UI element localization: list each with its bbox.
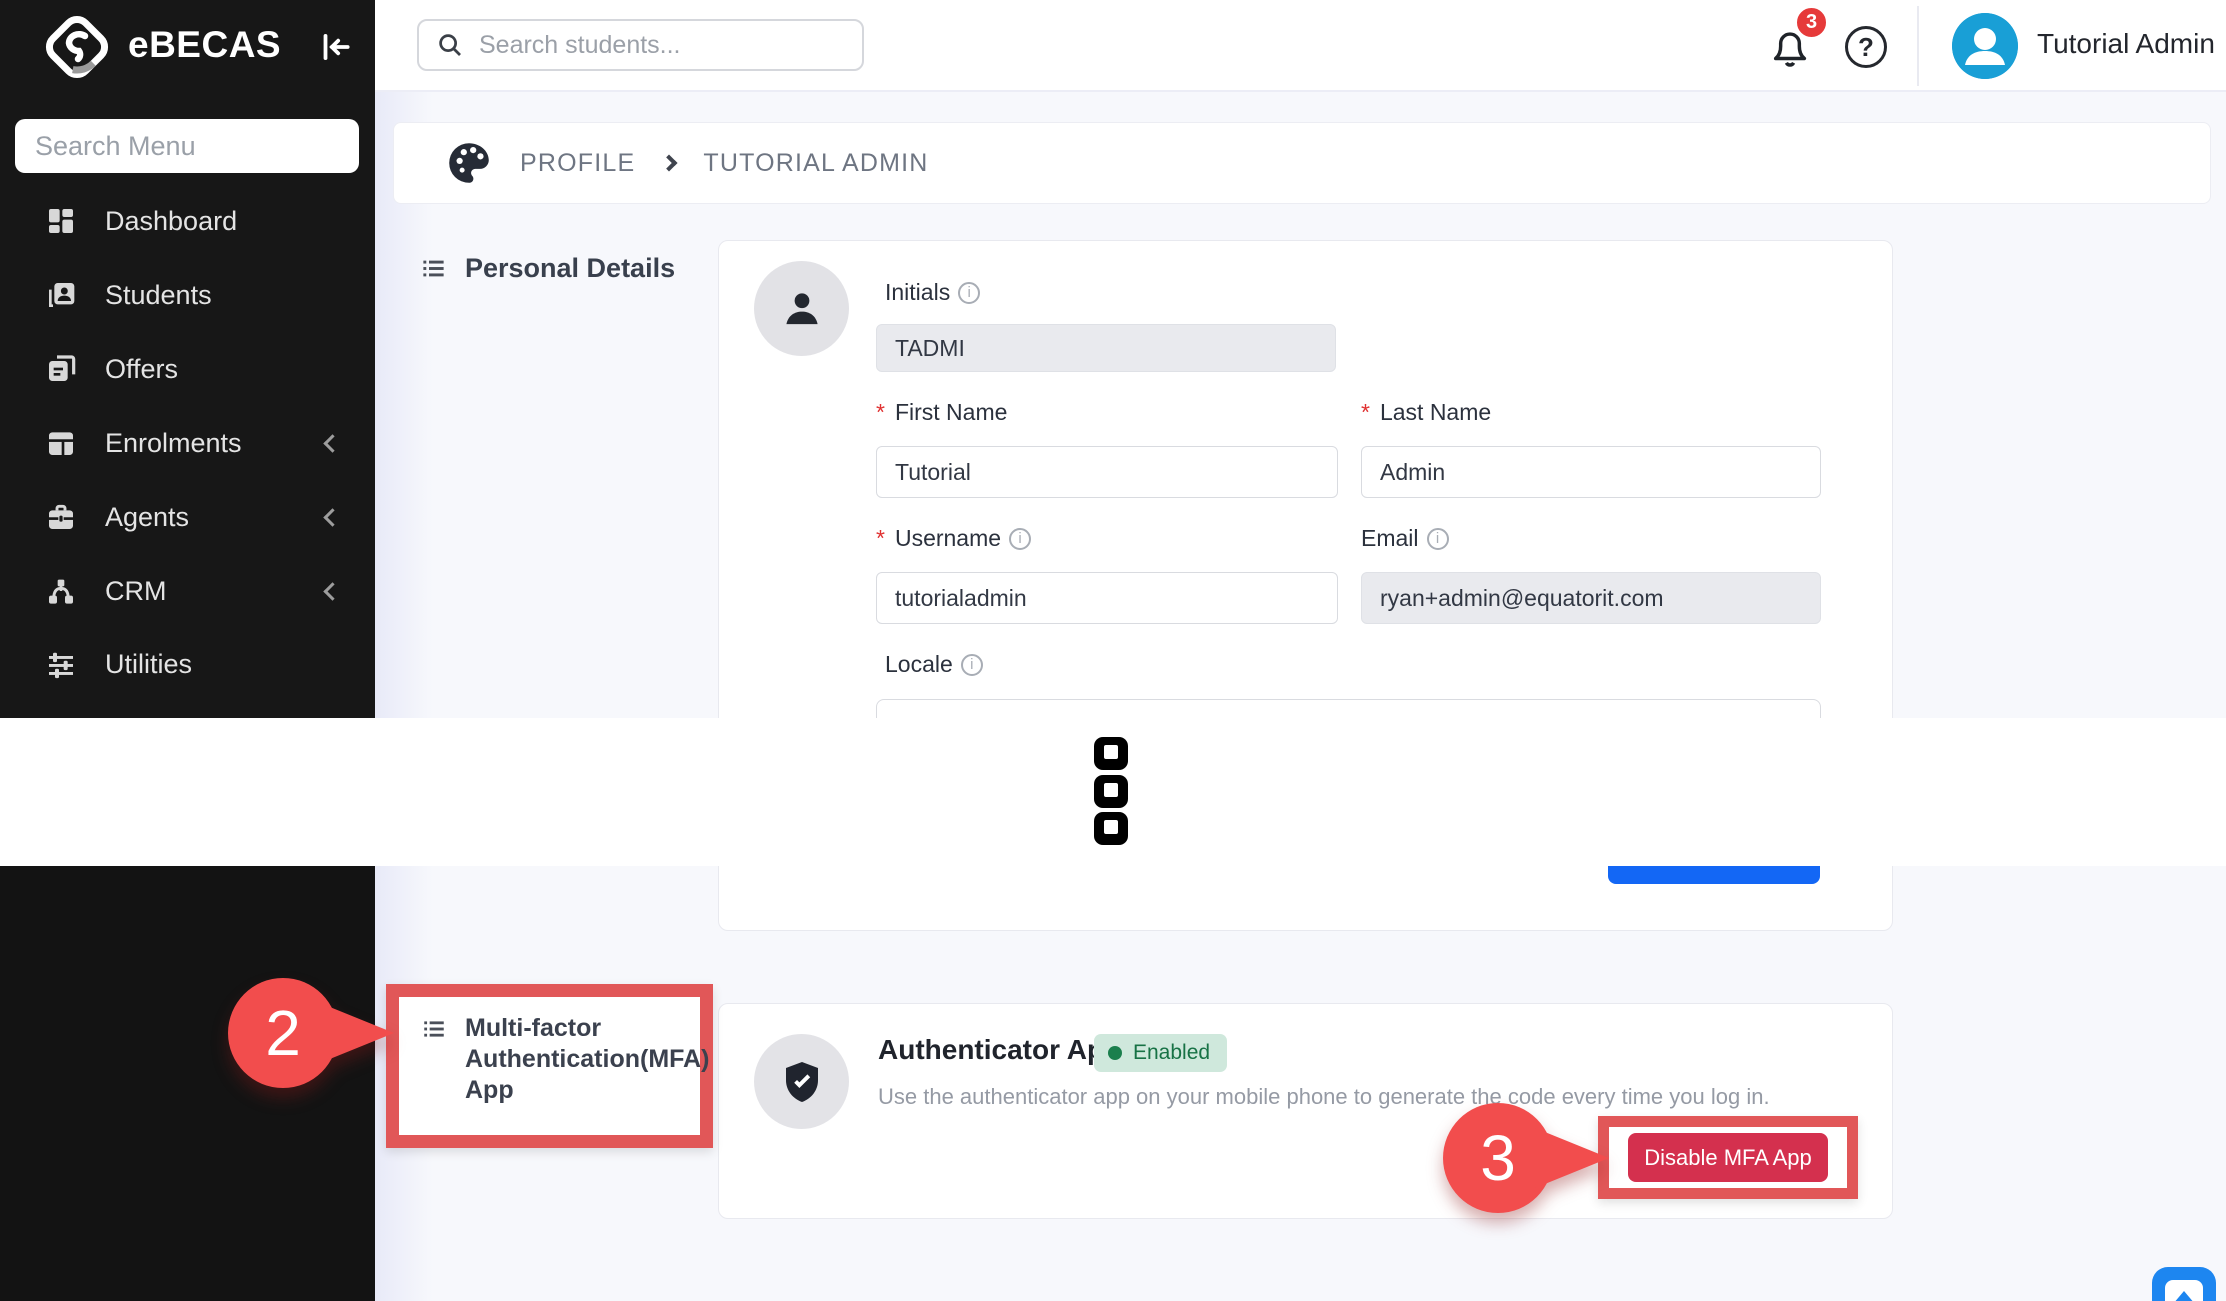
agents-icon <box>45 501 77 533</box>
user-name[interactable]: Tutorial Admin <box>2037 28 2215 60</box>
help-icon[interactable] <box>1845 26 1887 68</box>
last-name-field[interactable] <box>1361 446 1821 498</box>
continuation-dot <box>1094 775 1128 808</box>
status-badge: Enabled <box>1094 1034 1227 1072</box>
info-icon <box>1009 528 1031 550</box>
mfa-nav-highlight-box[interactable]: Multi-factor Authentication(MFA) App <box>386 984 713 1148</box>
sidebar-lower-block <box>0 866 375 1301</box>
crm-icon <box>45 575 77 607</box>
list-icon <box>420 255 447 282</box>
search-icon <box>435 30 465 60</box>
app-title: eBECAS <box>128 24 281 66</box>
breadcrumb: PROFILE TUTORIAL ADMIN <box>393 122 2211 204</box>
student-search[interactable] <box>417 19 864 71</box>
breadcrumb-profile[interactable]: PROFILE <box>520 149 635 178</box>
chevron-left-icon <box>323 434 341 452</box>
sidebar: eBECAS Dashboard Students Offers <box>0 0 375 718</box>
notification-count-badge: 3 <box>1794 5 1829 40</box>
annotation-step-3: 3 <box>1443 1103 1553 1213</box>
sidebar-collapse-icon[interactable] <box>316 28 354 66</box>
utilities-icon <box>45 648 77 680</box>
sidebar-item-utilities[interactable]: Utilities <box>0 637 375 691</box>
mfa-title: Authenticator App <box>878 1034 1121 1066</box>
sidebar-item-label: CRM <box>105 576 167 607</box>
students-icon <box>45 279 77 311</box>
sidebar-item-label: Offers <box>105 354 178 385</box>
disable-mfa-button[interactable]: Disable MFA App <box>1628 1133 1828 1182</box>
info-icon <box>958 282 980 304</box>
top-bar: 3 Tutorial Admin <box>375 0 2226 92</box>
annotation-step-2: 2 <box>228 978 338 1088</box>
scroll-to-top-button[interactable] <box>2152 1267 2216 1301</box>
status-dot-icon <box>1108 1046 1122 1060</box>
palette-icon <box>444 138 494 188</box>
sidebar-item-enrolments[interactable]: Enrolments <box>0 416 375 470</box>
divider <box>1917 6 1919 86</box>
continuation-dot <box>1094 812 1128 845</box>
enrolments-icon <box>45 427 77 459</box>
breadcrumb-current: TUTORIAL ADMIN <box>703 149 928 178</box>
chevron-left-icon <box>323 582 341 600</box>
profile-avatar <box>754 261 849 356</box>
first-name-field[interactable] <box>876 446 1338 498</box>
sidebar-item-offers[interactable]: Offers <box>0 342 375 396</box>
mfa-description: Use the authenticator app on your mobile… <box>878 1084 1770 1110</box>
chevron-right-icon <box>661 155 678 172</box>
sidebar-item-label: Dashboard <box>105 206 237 237</box>
annotation-arrow <box>1535 1128 1609 1188</box>
chevron-left-icon <box>323 508 341 526</box>
nav-mfa-label: Multi-factor Authentication(MFA) App <box>465 1013 709 1135</box>
sidebar-search[interactable] <box>15 119 359 173</box>
sidebar-item-label: Agents <box>105 502 189 533</box>
disable-mfa-highlight-box: Disable MFA App <box>1598 1116 1858 1199</box>
sidebar-item-label: Utilities <box>105 649 192 680</box>
sidebar-search-input[interactable] <box>15 131 359 162</box>
sidebar-item-dashboard[interactable]: Dashboard <box>0 194 375 248</box>
student-search-input[interactable] <box>479 31 862 60</box>
app-window: eBECAS Dashboard Students Offers <box>0 0 2226 1301</box>
info-icon <box>1427 528 1449 550</box>
sidebar-item-students[interactable]: Students <box>0 268 375 322</box>
user-avatar[interactable] <box>1952 13 2018 79</box>
annotation-arrow <box>320 1003 394 1063</box>
shield-avatar <box>754 1034 849 1129</box>
first-name-label: First Name <box>876 399 1007 426</box>
continuation-dot <box>1094 737 1128 770</box>
initials-field[interactable] <box>876 324 1336 372</box>
email-field[interactable] <box>1361 572 1821 624</box>
nav-personal-details-label: Personal Details <box>465 252 675 285</box>
last-name-label: Last Name <box>1361 399 1491 426</box>
sidebar-item-crm[interactable]: CRM <box>0 564 375 618</box>
ebecas-logo-icon <box>44 14 110 80</box>
info-icon <box>961 654 983 676</box>
initials-label: Initials <box>885 279 980 306</box>
arrow-up-icon <box>2165 1280 2203 1301</box>
nav-personal-details[interactable]: Personal Details <box>420 252 675 285</box>
offers-icon <box>45 353 77 385</box>
sidebar-item-agents[interactable]: Agents <box>0 490 375 544</box>
locale-label: Locale <box>885 651 983 678</box>
dashboard-icon <box>45 205 77 237</box>
list-icon <box>421 1016 447 1043</box>
sidebar-item-label: Students <box>105 280 212 311</box>
sidebar-item-label: Enrolments <box>105 428 242 459</box>
email-label: Email <box>1361 525 1449 552</box>
username-label: Username <box>876 525 1031 552</box>
username-field[interactable] <box>876 572 1338 624</box>
